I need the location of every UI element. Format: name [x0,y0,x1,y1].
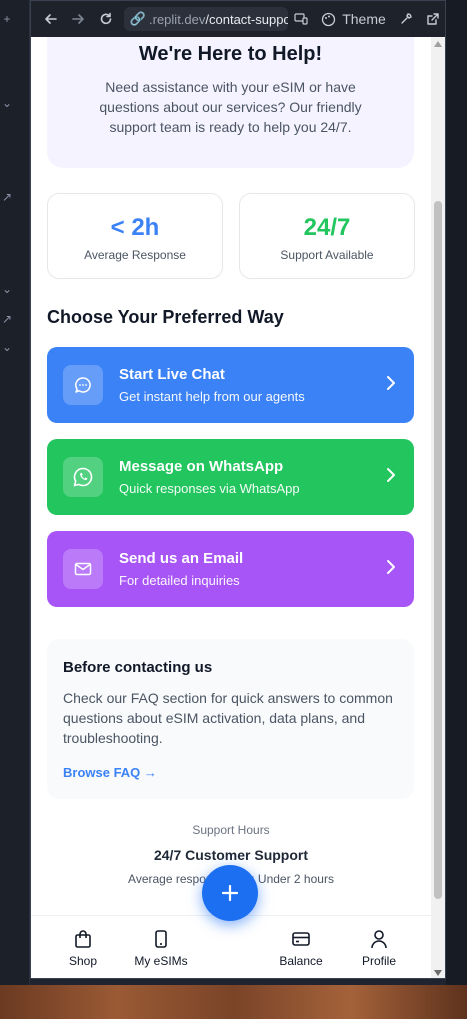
chat-bubble-icon [63,365,103,405]
devices-icon[interactable] [288,5,316,33]
url-path: /contact-suppor [205,11,288,27]
chevron-right-icon [387,468,395,482]
stat-label: Average Response [84,248,186,262]
plus-icon[interactable]: + [0,12,14,26]
ide-right-panel [446,0,467,985]
browser-window: 🔗 .replit.dev/contact-suppor Theme We're… [30,0,446,979]
nav-label: Shop [68,954,98,968]
back-icon[interactable] [37,5,65,33]
wallet-icon [277,928,325,950]
chevron-right-icon [387,376,395,390]
scroll-down-arrow[interactable] [434,970,442,976]
stat-support-available: 24/7 Support Available [239,193,415,279]
option-subtitle: For detailed inquiries [119,573,240,588]
shopping-bag-icon [66,928,100,950]
option-subtitle: Quick responses via WhatsApp [119,481,300,496]
nav-profile[interactable]: Profile [358,928,400,968]
palette-icon [322,12,336,26]
chevron-right-icon [387,560,395,574]
stat-average-response: < 2h Average Response [47,193,223,279]
nav-label: My eSIMs [134,954,188,968]
chevron-down-icon[interactable]: ⌄ [0,96,14,110]
option-title: Start Live Chat [119,366,225,383]
bottom-navigation: Shop My eSIMs Balance Profile [31,915,431,978]
email-button[interactable]: Send us an Email For detailed inquiries [47,531,414,607]
chevron-down-icon[interactable]: ⌄ [0,340,14,354]
whatsapp-button[interactable]: Message on WhatsApp Quick responses via … [47,439,414,515]
ide-left-panel: + ⌄ ↗ ⌄ ↗ ⌄ [0,0,30,985]
browser-toolbar: 🔗 .replit.dev/contact-suppor Theme [31,1,445,37]
stat-value: 24/7 [303,214,351,241]
scrollbar[interactable] [431,37,445,978]
wrench-icon[interactable] [392,5,420,33]
smartphone-icon [131,928,191,950]
stat-label: Support Available [280,248,374,262]
live-chat-button[interactable]: Start Live Chat Get instant help from ou… [47,347,414,423]
contact-support-page: We're Here to Help! Need assistance with… [31,37,431,915]
faq-title: Before contacting us [63,659,213,676]
page-title: We're Here to Help! [138,43,323,65]
mail-icon [63,549,103,589]
option-title: Message on WhatsApp [119,458,284,475]
stat-value: < 2h [110,214,160,241]
open-external-icon[interactable] [419,5,445,33]
theme-button[interactable]: Theme [321,11,386,27]
support-hours-title: 24/7 Customer Support [153,847,309,863]
user-icon [358,928,400,950]
option-title: Send us an Email [119,550,244,567]
url-domain: .replit.dev [149,11,206,27]
section-title: Choose Your Preferred Way [47,307,284,327]
nav-label: Balance [279,954,323,968]
nav-my-esims[interactable]: My eSIMs [131,928,191,968]
desktop-background [0,985,467,1019]
forward-icon[interactable] [65,5,93,33]
hero-card: We're Here to Help! Need assistance with… [47,37,414,168]
whatsapp-icon [63,457,103,497]
theme-label: Theme [342,11,386,27]
scroll-up-arrow[interactable] [434,41,442,47]
nav-shop[interactable]: Shop [66,928,100,968]
external-link-icon[interactable]: ↗ [0,312,14,326]
reload-icon[interactable] [92,5,120,33]
plus-icon [221,884,239,902]
faq-card: Before contacting us Check our FAQ secti… [47,639,414,799]
support-hours-label: Support Hours [192,823,270,837]
scrollbar-thumb[interactable] [434,201,442,899]
nav-label: Profile [361,954,396,968]
nav-balance[interactable]: Balance [277,928,325,968]
address-bar[interactable]: 🔗 .replit.dev/contact-suppor [123,7,288,31]
add-button[interactable] [202,865,258,921]
chevron-down-icon[interactable]: ⌄ [0,282,14,296]
hero-description: Need assistance with your eSIM or have q… [99,79,362,135]
external-link-icon[interactable]: ↗ [0,190,14,204]
faq-text: Check our FAQ section for quick answers … [63,690,393,746]
option-subtitle: Get instant help from our agents [119,389,305,404]
link-icon: 🔗 [129,11,147,26]
browse-faq-link[interactable]: Browse FAQ → [63,765,157,780]
